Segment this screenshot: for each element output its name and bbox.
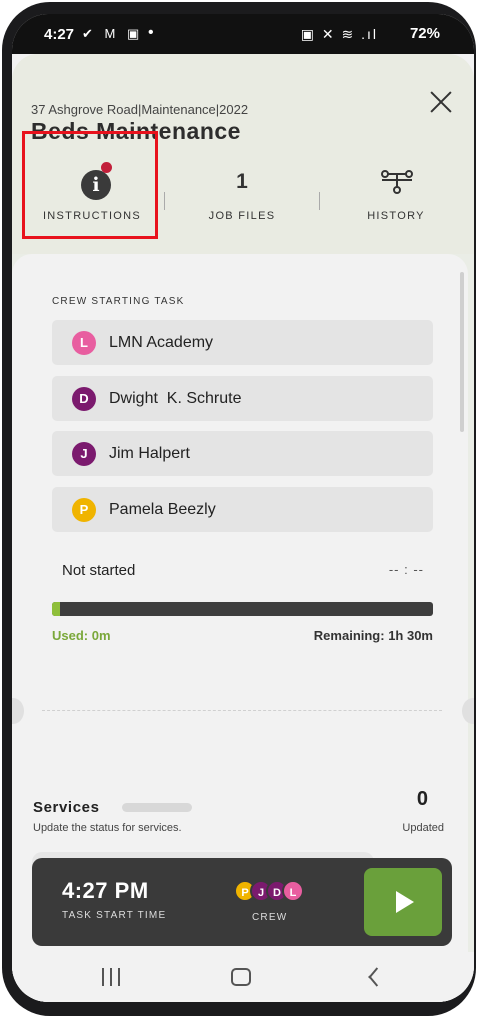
- task-start-time: 4:27 PM: [62, 878, 149, 903]
- avatar: L: [72, 331, 96, 355]
- time-used: Used: 0m: [52, 628, 111, 643]
- crew-avatars[interactable]: P J D L: [234, 880, 314, 902]
- ticket-notch: [462, 698, 474, 724]
- crew-member-name: Jim Halpert: [109, 445, 190, 462]
- task-start-label: TASK START TIME: [62, 910, 167, 921]
- play-icon: [396, 891, 414, 913]
- time-remaining: Remaining: 1h 30m: [313, 628, 433, 643]
- progress-status: Not started: [62, 562, 136, 579]
- history-icon: [381, 170, 413, 194]
- notification-dot: •: [148, 24, 154, 41]
- services-title: Services: [33, 799, 100, 816]
- system-nav-bar: [12, 952, 474, 1002]
- battery-level: 72%: [409, 25, 440, 42]
- progress-bar: [52, 602, 433, 616]
- status-time: 4:27: [44, 26, 75, 43]
- tab-divider: [319, 192, 320, 210]
- status-bar: 4:27 ✔ M ▣ • 72% ▣ ✕ ≋ .ıl: [12, 14, 474, 54]
- crew-member-name: Pamela Beezly: [109, 501, 216, 518]
- tab-history[interactable]: HISTORY: [326, 146, 466, 236]
- job-files-count: 1: [236, 170, 248, 193]
- crew-member-item[interactable]: J Jim Halpert: [52, 431, 433, 476]
- system-icons: ▣ ✕ ≋ .ıl: [300, 26, 378, 42]
- updated-label: Updated: [402, 822, 444, 834]
- scrollbar[interactable]: [460, 272, 464, 432]
- close-icon[interactable]: [428, 90, 454, 116]
- services-placeholder-bar: [122, 803, 192, 812]
- ticket-notch: [12, 698, 24, 724]
- avatar: L: [282, 880, 304, 902]
- avatar: J: [72, 442, 96, 466]
- elapsed-time: -- : --: [388, 562, 424, 577]
- crew-member-item[interactable]: P Pamela Beezly: [52, 487, 433, 532]
- tab-label: HISTORY: [367, 210, 425, 222]
- notification-icons: ✔ M ▣: [82, 26, 144, 41]
- task-start-panel: 4:27 PM TASK START TIME P J D L CREW: [32, 858, 452, 946]
- start-task-button[interactable]: [364, 868, 442, 936]
- crew-section-label: CREW STARTING TASK: [52, 296, 185, 307]
- crew-member-item[interactable]: D Dwight K. Schrute: [52, 376, 433, 421]
- crew-member-name: LMN Academy: [109, 334, 214, 351]
- tab-label: JOB FILES: [208, 210, 276, 222]
- updated-count: 0: [416, 788, 428, 810]
- progress-fill: [52, 602, 60, 616]
- crew-label: CREW: [252, 912, 288, 923]
- back-button[interactable]: [364, 966, 378, 988]
- avatar: P: [72, 498, 96, 522]
- tab-job-files[interactable]: 1 JOB FILES: [172, 146, 312, 236]
- crew-member-item[interactable]: L LMN Academy: [52, 320, 433, 365]
- avatar: D: [72, 387, 96, 411]
- breadcrumb: 37 Ashgrove Road|Maintenance|2022: [31, 102, 249, 117]
- phone: 4:27 ✔ M ▣ • 72% ▣ ✕ ≋ .ıl 37 Ashgrove R…: [0, 0, 478, 1018]
- recents-button[interactable]: [102, 968, 122, 986]
- divider: [42, 710, 442, 711]
- tab-divider: [164, 192, 165, 210]
- instructions-highlight-box: [22, 131, 158, 239]
- home-button[interactable]: [231, 968, 251, 986]
- services-subtitle: Update the status for services.: [33, 822, 182, 834]
- crew-member-name: Dwight K. Schrute: [109, 390, 242, 407]
